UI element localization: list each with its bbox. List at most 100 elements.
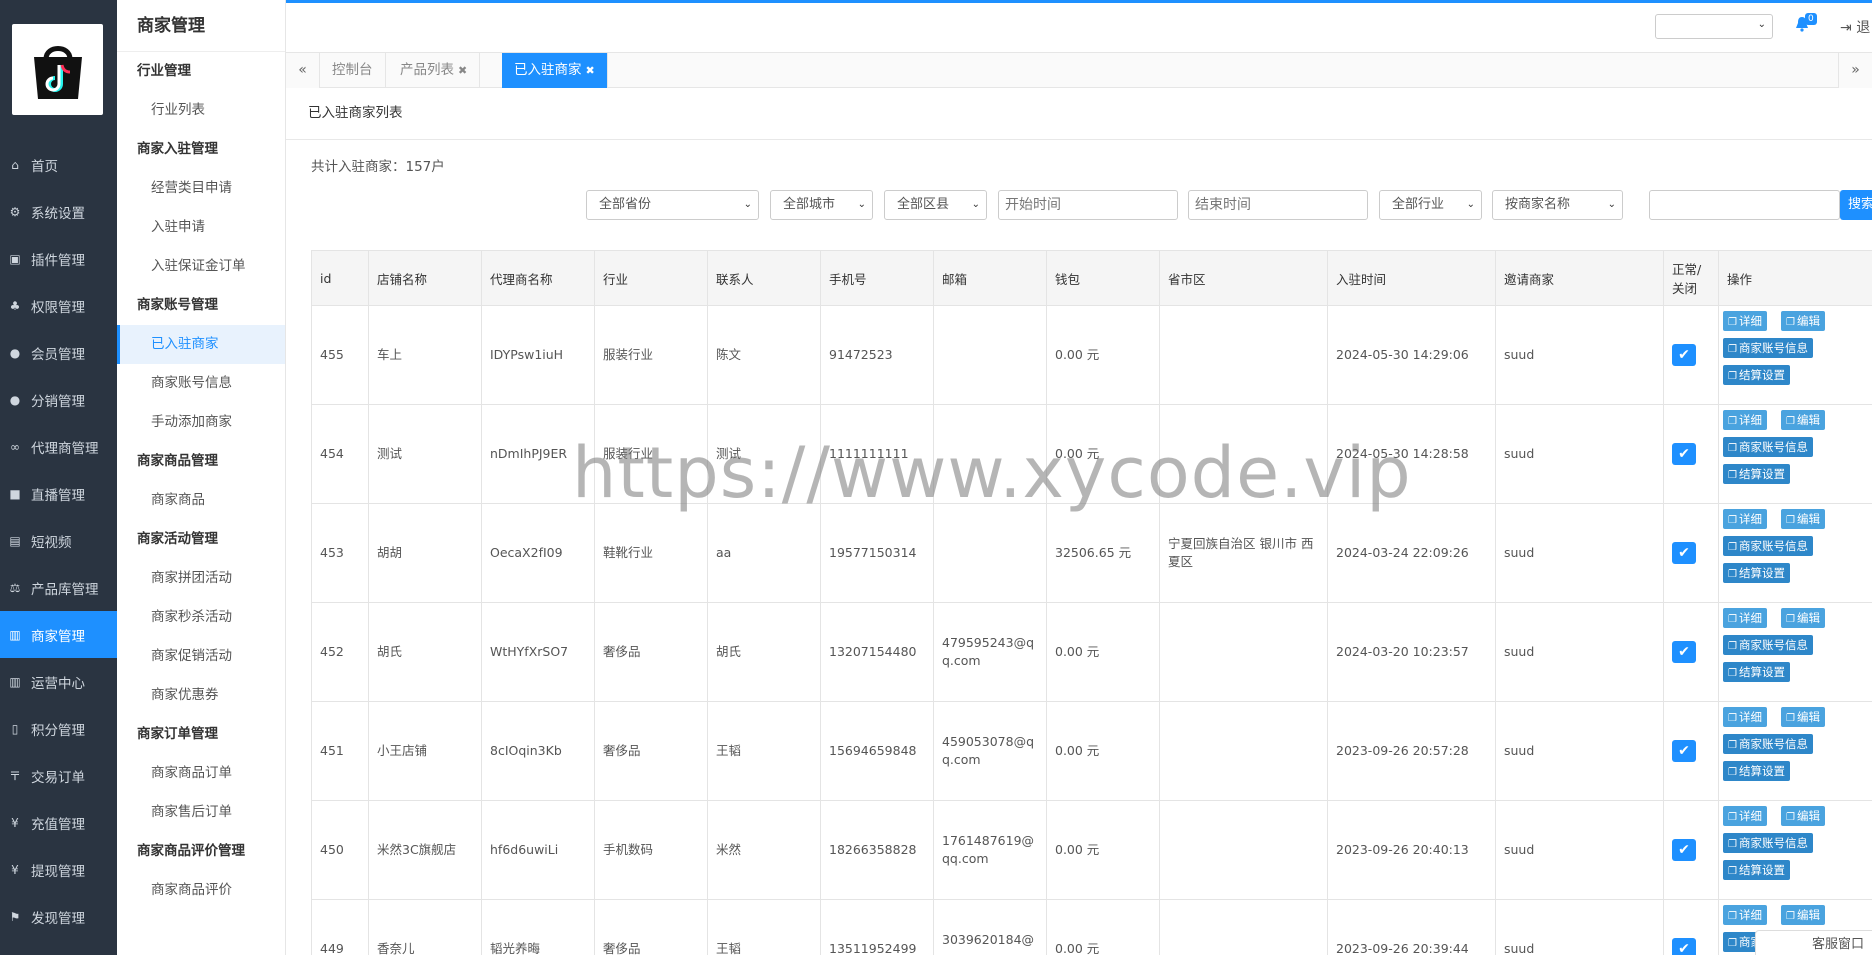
tab-scroll-right-button[interactable]: » [1838,53,1872,88]
status-checkbox[interactable]: ✔ [1672,344,1696,366]
account-info-button[interactable]: ❐商家账号信息 [1723,536,1813,556]
status-checkbox[interactable]: ✔ [1672,542,1696,564]
top-select[interactable]: ⌄ [1655,14,1773,39]
chevron-down-icon: ⌄ [1607,199,1616,210]
subnav-item-settle-apply[interactable]: 入驻申请 [117,208,285,247]
copy-icon: ❐ [1786,812,1795,823]
detail-button[interactable]: ❐ 详细 [1723,509,1767,529]
detail-button[interactable]: ❐ 详细 [1723,410,1767,430]
settlement-button[interactable]: ❐ 结算设置 [1723,464,1790,484]
nav-item-product-library[interactable]: ⚖ 产品库管理 [0,564,117,611]
nav-item-recharge[interactable]: ¥ 充值管理 [0,799,117,846]
province-select[interactable]: 全部省份 ⌄ [586,190,759,220]
tab-scroll-left-button[interactable]: « [286,53,320,88]
nav-item-members[interactable]: ● 会员管理 [0,329,117,376]
nav-item-merchant-management[interactable]: ▥ 商家管理 [0,611,117,658]
subnav-item-settled-merchants[interactable]: 已入驻商家 [117,325,285,364]
notification-button[interactable]: 0 [1795,13,1817,36]
settlement-button[interactable]: ❐ 结算设置 [1723,365,1790,385]
subnav-item-after-sale[interactable]: 商家售后订单 [117,793,285,832]
detail-button[interactable]: ❐ 详细 [1723,608,1767,628]
main-sidebar: ⌂ 首页 ⚙ 系统设置 ▣ 插件管理 ♣ 权限管理 ● 会员管理 ● 分销管理 ∞ 代理商管理… [0,0,117,955]
nav-item-distribution[interactable]: ● 分销管理 [0,376,117,423]
status-checkbox[interactable]: ✔ [1672,839,1696,861]
nav-item-system-settings[interactable]: ⚙ 系统设置 [0,188,117,235]
status-checkbox[interactable]: ✔ [1672,641,1696,663]
subnav-item-merchant-products[interactable]: 商家商品 [117,481,285,520]
industry-select[interactable]: 全部行业 ⌄ [1379,190,1482,220]
sort-by-select[interactable]: 按商家名称 ⌄ [1492,190,1623,220]
cell-agent: nDmIhPJ9ER [481,404,595,504]
close-icon[interactable]: ✖ [458,64,467,77]
nav-item-home[interactable]: ⌂ 首页 [0,141,117,188]
city-select[interactable]: 全部城市 ⌄ [770,190,873,220]
status-checkbox[interactable]: ✔ [1672,740,1696,762]
nav-item-withdraw[interactable]: ¥ 提现管理 [0,846,117,893]
nav-item-short-video[interactable]: ▤ 短视频 [0,517,117,564]
nav-item-orders[interactable]: 〒交易订单 [0,752,117,799]
end-time-input[interactable]: 结束时间 [1188,190,1368,220]
status-checkbox[interactable]: ✔ [1672,443,1696,465]
cell-contact: 王韬 [707,701,821,801]
tab-label: 已入驻商家 [514,62,582,78]
copy-icon: ❐ [1728,317,1737,328]
edit-button[interactable]: ❐ 编辑 [1781,509,1825,529]
subnav-item-add-merchant[interactable]: 手动添加商家 [117,403,285,442]
detail-button[interactable]: ❐ 详细 [1723,806,1767,826]
subnav-group: 商家订单管理 [137,726,218,742]
nav-item-live[interactable]: ■ 直播管理 [0,470,117,517]
nav-item-operations[interactable]: ▥ 运营中心 [0,658,117,705]
cell-actions: ❐详细 ❐编辑 ❐商家账号信息 ❐结算设置 [1718,404,1872,504]
account-info-button[interactable]: ❐商家账号信息 [1723,734,1813,754]
subnav-item-promotion[interactable]: 商家促销活动 [117,637,285,676]
keyword-input[interactable] [1649,190,1840,220]
tab-dashboard[interactable]: 控制台 [320,53,386,88]
account-info-button[interactable]: ❐商家账号信息 [1723,437,1813,457]
close-icon[interactable]: ✖ [586,64,595,77]
subnav-item-industry-list[interactable]: 行业列表 [117,91,285,130]
account-info-button[interactable]: ❐商家账号信息 [1723,635,1813,655]
account-info-button[interactable]: ❐商家账号信息 [1723,338,1813,358]
nav-item-points[interactable]: ▯ 积分管理 [0,705,117,752]
settlement-button[interactable]: ❐ 结算设置 [1723,563,1790,583]
cell-actions: ❐详细 ❐编辑 ❐商家账号信息 ❐结算设置 [1718,701,1872,801]
table-row: 453 胡胡 OecaX2fI09 鞋靴行业 aa 19577150314 32506.65… [311,503,1872,603]
account-info-button[interactable]: ❐商家账号信息 [1723,833,1813,853]
edit-button[interactable]: ❐ 编辑 [1781,707,1825,727]
cell-id: 451 [311,701,369,801]
nav-item-permissions[interactable]: ♣ 权限管理 [0,282,117,329]
app-logo[interactable] [12,24,103,115]
nav-item-agents[interactable]: ∞ 代理商管理 [0,423,117,470]
tab-product-list[interactable]: 产品列表 ✖ [388,53,481,88]
detail-button[interactable]: ❐ 详细 [1723,905,1767,925]
tab-settled-merchants[interactable]: 已入驻商家 ✖ [502,53,608,88]
settlement-button[interactable]: ❐ 结算设置 [1723,662,1790,682]
settlement-button[interactable]: ❐ 结算设置 [1723,761,1790,781]
detail-button[interactable]: ❐ 详细 [1723,707,1767,727]
edit-button[interactable]: ❐ 编辑 [1781,905,1825,925]
detail-button[interactable]: ❐ 详细 [1723,311,1767,331]
logout-button[interactable]: ⇥ 退 [1840,17,1870,37]
edit-button[interactable]: ❐ 编辑 [1781,410,1825,430]
district-select[interactable]: 全部区县 ⌄ [884,190,987,220]
edit-button[interactable]: ❐ 编辑 [1781,608,1825,628]
subnav-item-product-orders[interactable]: 商家商品订单 [117,754,285,793]
status-checkbox[interactable]: ✔ [1672,938,1696,955]
start-time-input[interactable]: 开始时间 [998,190,1178,220]
cell-time: 2024-05-30 14:29:06 [1327,305,1496,405]
edit-button[interactable]: ❐ 编辑 [1781,806,1825,826]
subnav-item-coupons[interactable]: 商家优惠券 [117,676,285,715]
subnav-item-account-info[interactable]: 商家账号信息 [117,364,285,403]
subnav-item-deposit-orders[interactable]: 入驻保证金订单 [117,247,285,286]
yuan-icon: 〒 [8,769,21,783]
subnav-item-category-apply[interactable]: 经营类目申请 [117,169,285,208]
edit-button[interactable]: ❐ 编辑 [1781,311,1825,331]
customer-service-widget[interactable]: 客服窗口 [1755,930,1872,955]
subnav-item-flash-sale[interactable]: 商家秒杀活动 [117,598,285,637]
nav-item-discover[interactable]: ⚑ 发现管理 [0,893,117,940]
subnav-item-group-buy[interactable]: 商家拼团活动 [117,559,285,598]
settlement-button[interactable]: ❐ 结算设置 [1723,860,1790,880]
search-button[interactable]: 搜索 [1840,190,1872,220]
nav-item-plugins[interactable]: ▣ 插件管理 [0,235,117,282]
subnav-item-reviews[interactable]: 商家商品评价 [117,871,285,910]
